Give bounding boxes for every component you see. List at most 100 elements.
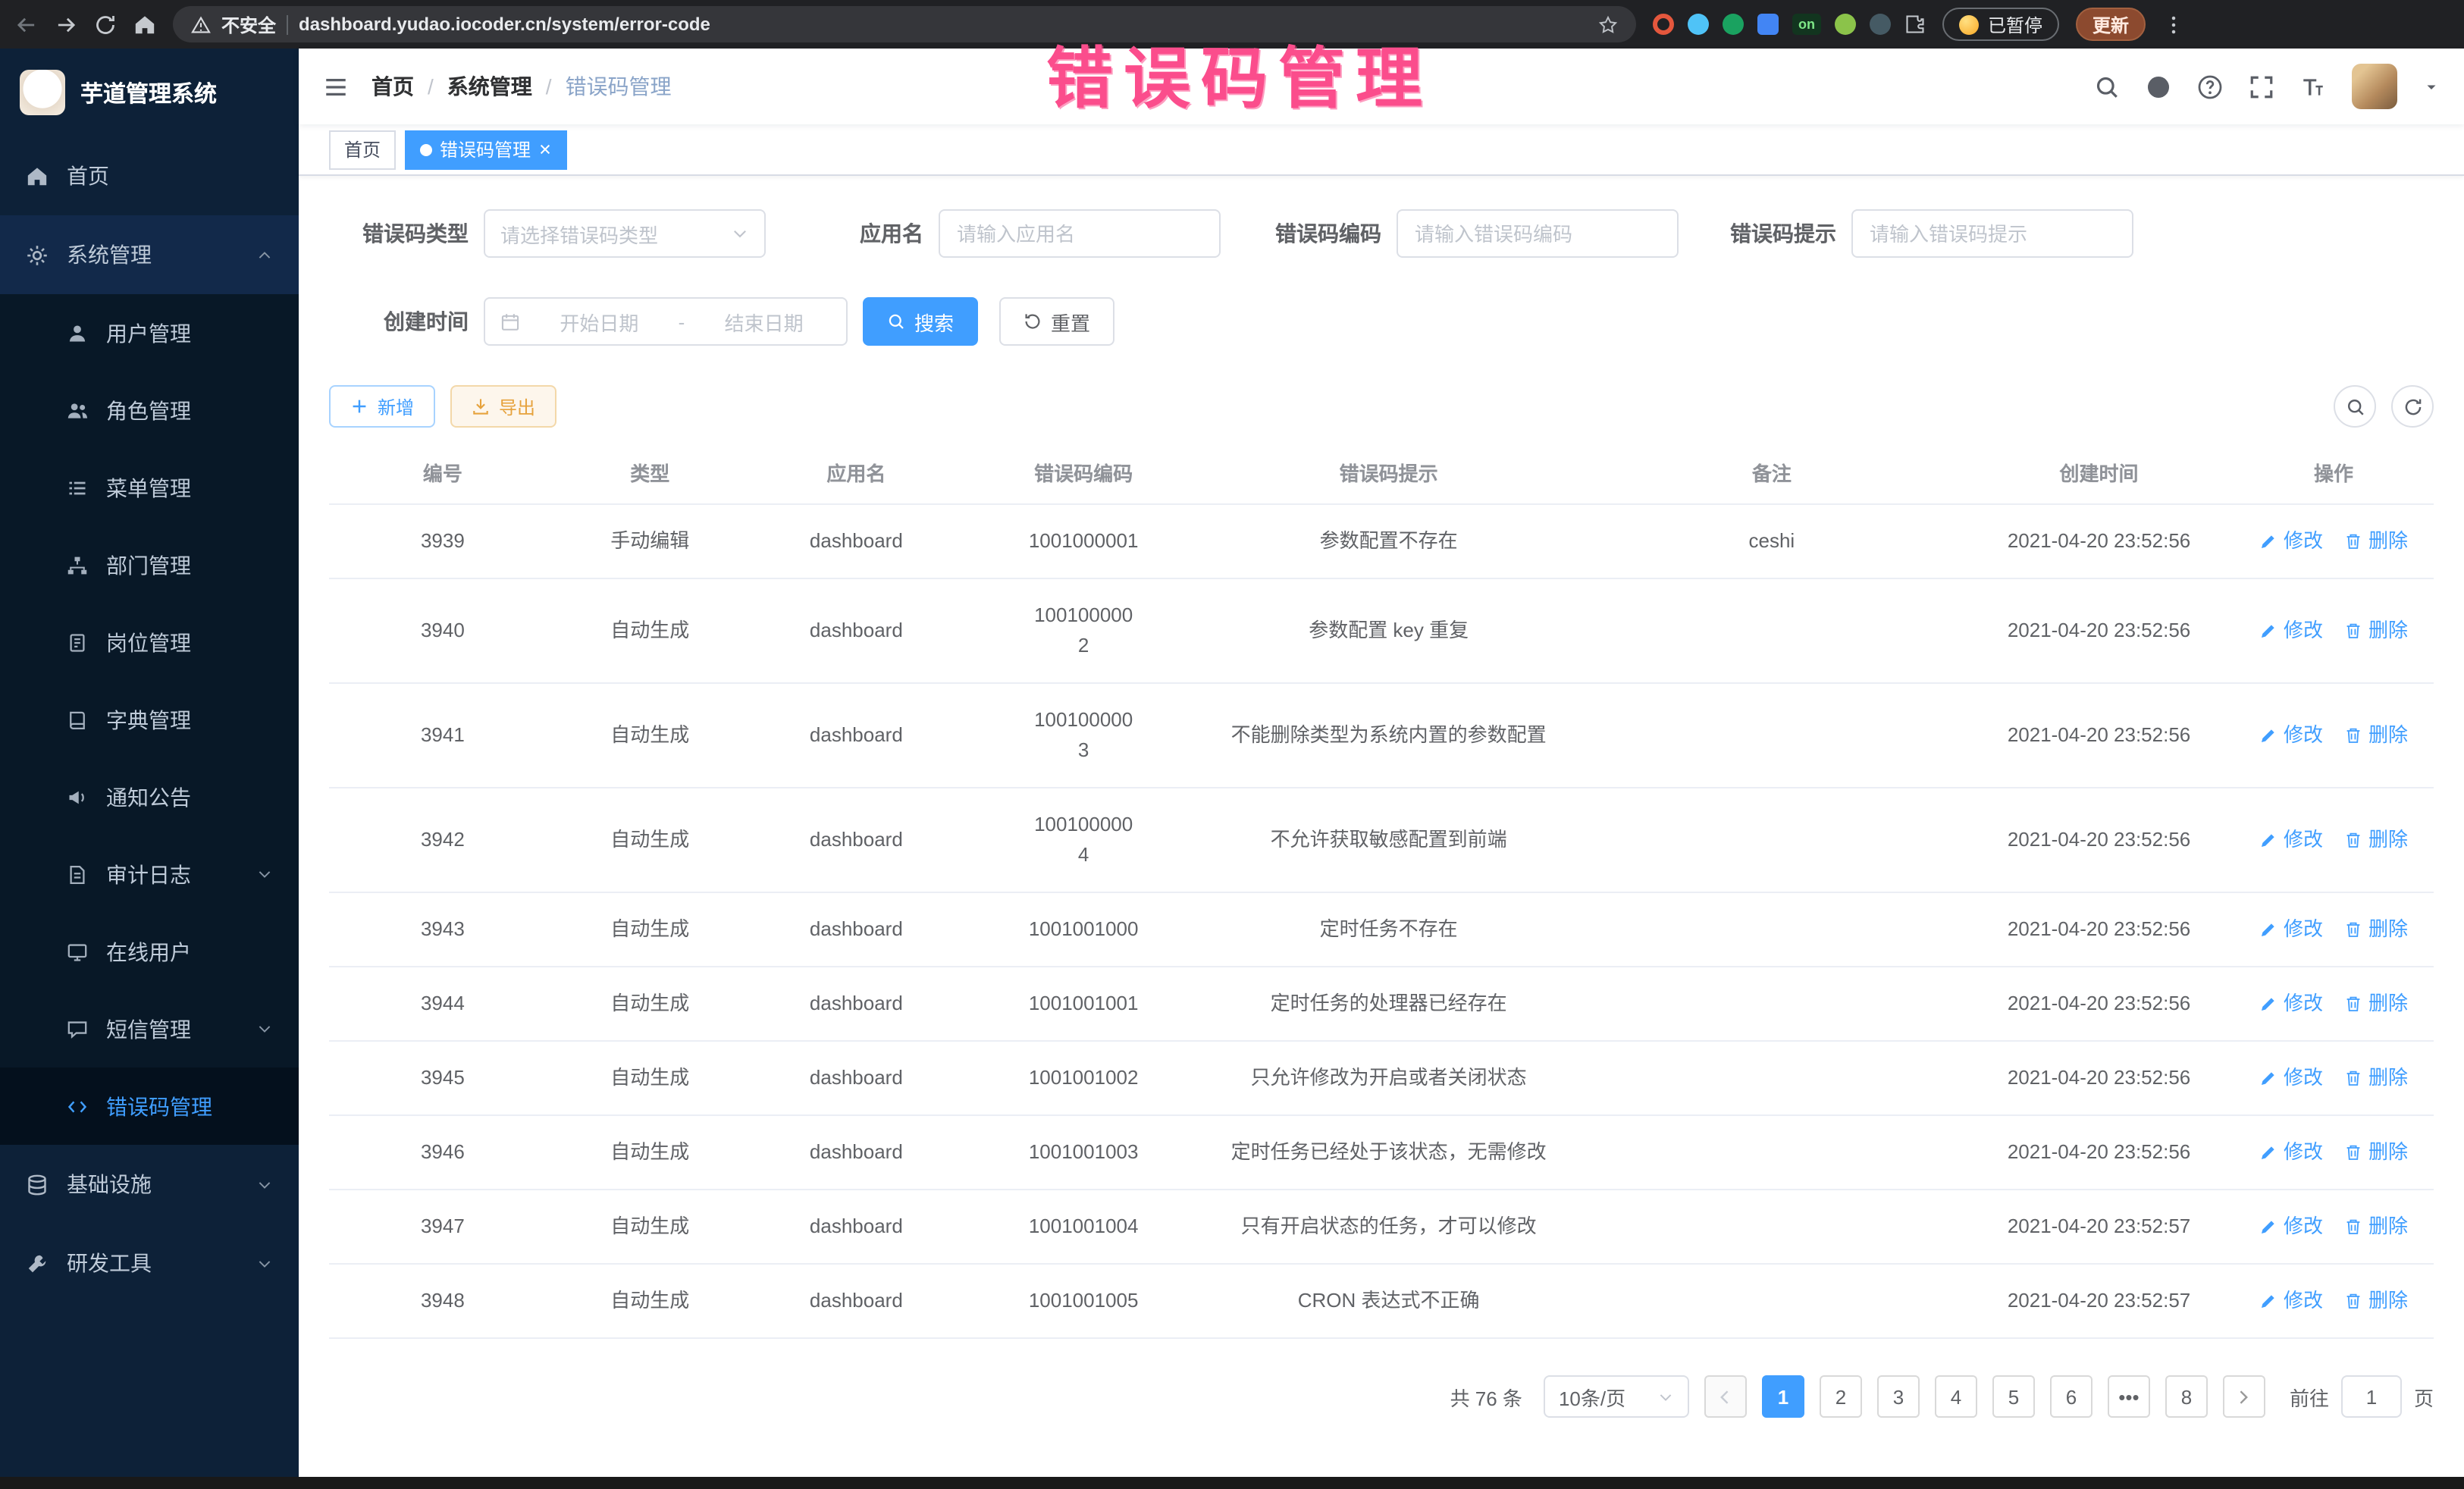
page-button[interactable]: 2 [1820, 1375, 1862, 1418]
delete-link[interactable]: 删除 [2344, 989, 2408, 1019]
sidebar-item-devtools[interactable]: 研发工具 [0, 1224, 299, 1302]
table-row: 3946 自动生成 dashboard 1001001003 定时任务已经处于该… [329, 1116, 2434, 1190]
edit-link[interactable]: 修改 [2259, 1063, 2323, 1093]
browser-menu-icon[interactable] [2162, 13, 2185, 36]
search-icon[interactable] [2094, 74, 2120, 99]
extension-badge[interactable]: on [1792, 14, 1821, 35]
bottom-strip [0, 1477, 2464, 1489]
reload-icon[interactable] [94, 13, 117, 36]
page-button[interactable]: 4 [1935, 1375, 1977, 1418]
tab-close-icon[interactable] [538, 143, 552, 156]
cell-app: dashboard [744, 699, 969, 772]
logo[interactable]: 芋道管理系统 [0, 49, 299, 136]
sidebar-item-system[interactable]: 系统管理 [0, 215, 299, 294]
sidebar-subitem[interactable]: 在线用户 [0, 913, 299, 990]
delete-link[interactable]: 删除 [2344, 720, 2408, 751]
next-page-button[interactable] [2223, 1375, 2265, 1418]
extension-icon[interactable] [1688, 14, 1709, 35]
sidebar-subitem[interactable]: 错误码管理 [0, 1067, 299, 1145]
update-button[interactable]: 更新 [2076, 8, 2146, 41]
page-button[interactable]: ••• [2108, 1375, 2150, 1418]
edit-link[interactable]: 修改 [2259, 989, 2323, 1019]
fullscreen-icon[interactable] [2249, 74, 2274, 99]
font-size-icon[interactable] [2300, 74, 2326, 99]
sidebar-subitem[interactable]: 部门管理 [0, 526, 299, 603]
tab[interactable]: 错误码管理 [405, 130, 567, 169]
delete-link[interactable]: 删除 [2344, 526, 2408, 556]
page-button[interactable]: 3 [1877, 1375, 1920, 1418]
help-icon[interactable] [2197, 74, 2223, 99]
sidebar-subitem[interactable]: 角色管理 [0, 371, 299, 449]
delete-link[interactable]: 删除 [2344, 1137, 2408, 1168]
page-size-select[interactable]: 10条/页 [1544, 1375, 1689, 1418]
page-buttons: 1 2 3 4 5 6 ••• [1762, 1375, 2208, 1418]
extension-icon[interactable] [1757, 14, 1779, 35]
extension-icon[interactable] [1723, 14, 1744, 35]
export-button[interactable]: 导出 [450, 385, 556, 428]
cell-time: 2021-04-20 23:52:56 [1964, 699, 2234, 772]
back-icon[interactable] [15, 13, 38, 36]
delete-link[interactable]: 删除 [2344, 1212, 2408, 1242]
delete-link[interactable]: 删除 [2344, 825, 2408, 855]
extension-icon[interactable] [1835, 14, 1856, 35]
edit-link[interactable]: 修改 [2259, 1137, 2323, 1168]
add-button[interactable]: 新增 [329, 385, 435, 428]
edit-link[interactable]: 修改 [2259, 825, 2323, 855]
page-button[interactable]: 8 [2165, 1375, 2208, 1418]
extensions-puzzle-icon[interactable] [1904, 14, 1926, 35]
breadcrumb-item[interactable]: 首页 [371, 71, 414, 102]
app-name-input[interactable] [939, 209, 1221, 258]
address-bar[interactable]: 不安全 dashboard.yudao.iocoder.cn/system/er… [173, 6, 1636, 42]
delete-link[interactable]: 删除 [2344, 616, 2408, 646]
goto-page-input[interactable] [2341, 1375, 2402, 1418]
edit-link[interactable]: 修改 [2259, 914, 2323, 945]
page-button[interactable]: 5 [1992, 1375, 2035, 1418]
forward-icon[interactable] [55, 13, 77, 36]
tab[interactable]: 首页 [329, 130, 396, 169]
delete-link[interactable]: 删除 [2344, 914, 2408, 945]
table-row: 3943 自动生成 dashboard 1001001000 定时任务不存在 2… [329, 893, 2434, 967]
bookmark-star-icon[interactable] [1598, 14, 1618, 34]
reset-button[interactable]: 重置 [999, 297, 1114, 346]
breadcrumb-item[interactable]: 错误码管理 [532, 71, 672, 102]
toggle-search-icon[interactable] [2334, 385, 2376, 428]
github-icon[interactable] [2146, 74, 2171, 99]
search-button[interactable]: 搜索 [863, 297, 978, 346]
extension-icon[interactable] [1870, 14, 1891, 35]
emoji-face-icon [1959, 14, 1979, 34]
sidebar-subitem[interactable]: 字典管理 [0, 681, 299, 758]
sidebar-toggle-icon[interactable] [323, 74, 349, 99]
error-hint-input[interactable] [1851, 209, 2133, 258]
page-button[interactable]: 6 [2050, 1375, 2093, 1418]
refresh-table-icon[interactable] [2391, 385, 2434, 428]
delete-link[interactable]: 删除 [2344, 1063, 2408, 1093]
filter-app: 应用名 [860, 209, 1221, 258]
caret-down-icon[interactable] [2423, 78, 2440, 95]
edit-link[interactable]: 修改 [2259, 526, 2323, 556]
user-avatar[interactable] [2352, 64, 2397, 109]
error-code-input[interactable] [1397, 209, 1679, 258]
sidebar-subitem[interactable]: 菜单管理 [0, 449, 299, 526]
date-range-picker[interactable]: 开始日期 - 结束日期 [484, 297, 848, 346]
cell-hint: 参数配置不存在 [1198, 505, 1578, 578]
prev-page-button[interactable] [1704, 1375, 1747, 1418]
edit-link-label: 修改 [2284, 720, 2323, 751]
edit-link[interactable]: 修改 [2259, 616, 2323, 646]
edit-link[interactable]: 修改 [2259, 1212, 2323, 1242]
error-type-select[interactable]: 请选择错误码类型 [484, 209, 766, 258]
paused-chip[interactable]: 已暂停 [1942, 8, 2059, 41]
sidebar-subitem[interactable]: 审计日志 [0, 835, 299, 913]
sidebar-subitem[interactable]: 短信管理 [0, 990, 299, 1067]
sidebar-item-infra[interactable]: 基础设施 [0, 1145, 299, 1224]
breadcrumb-item[interactable]: 系统管理 [414, 71, 532, 102]
browser-home-icon[interactable] [133, 13, 156, 36]
edit-link[interactable]: 修改 [2259, 720, 2323, 751]
sidebar-item-home[interactable]: 首页 [0, 136, 299, 215]
sidebar-subitem[interactable]: 通知公告 [0, 758, 299, 835]
edit-link[interactable]: 修改 [2259, 1286, 2323, 1316]
delete-link[interactable]: 删除 [2344, 1286, 2408, 1316]
page-button[interactable]: 1 [1762, 1375, 1804, 1418]
extension-icon[interactable] [1653, 14, 1674, 35]
sidebar-subitem[interactable]: 用户管理 [0, 294, 299, 371]
sidebar-subitem[interactable]: 岗位管理 [0, 603, 299, 681]
